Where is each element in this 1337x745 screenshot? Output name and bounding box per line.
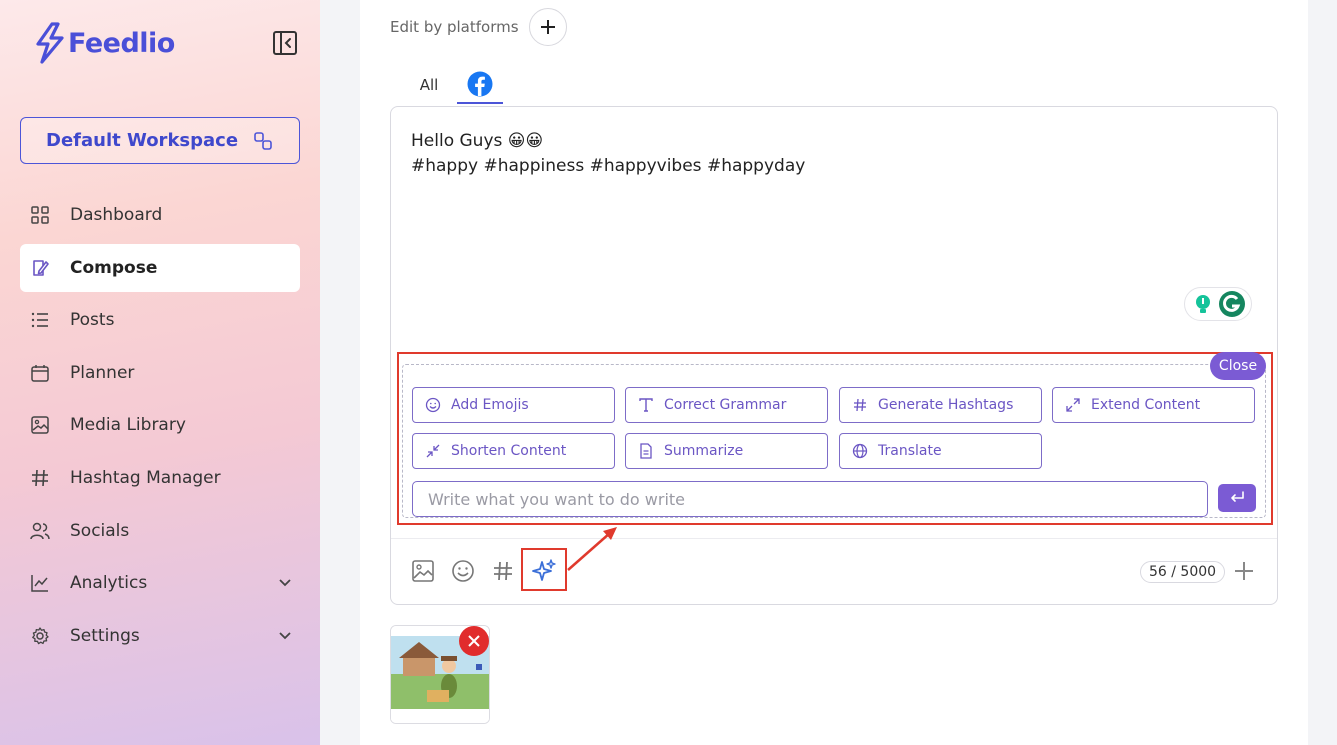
workspace-switcher[interactable]: Default Workspace: [20, 117, 300, 164]
ai-action-label: Summarize: [664, 443, 744, 459]
post-textarea[interactable]: Hello Guys 😀😀 #happy #happiness #happyvi…: [411, 129, 805, 179]
compose-icon: [30, 258, 50, 278]
image-icon: [30, 415, 50, 435]
remove-media-button[interactable]: [459, 626, 489, 656]
emoji-button[interactable]: [450, 558, 476, 584]
sidebar-item-analytics[interactable]: Analytics: [20, 559, 300, 607]
calendar-icon: [30, 363, 50, 383]
ai-action-label: Correct Grammar: [664, 397, 787, 413]
send-prompt-button[interactable]: [1218, 484, 1256, 512]
sidebar-item-settings[interactable]: Settings: [20, 612, 300, 660]
smile-icon: [425, 397, 441, 413]
hashtag-button[interactable]: [490, 558, 516, 584]
ai-action-label: Generate Hashtags: [878, 397, 1014, 413]
sidebar-item-label: Settings: [70, 625, 140, 646]
image-icon: [412, 560, 434, 582]
chevron-down-icon: [278, 575, 292, 593]
sidebar-item-label: Media Library: [70, 415, 186, 436]
sidebar-item-posts[interactable]: Posts: [20, 296, 300, 344]
generate-hashtags-button[interactable]: Generate Hashtags: [839, 387, 1042, 423]
chart-icon: [30, 573, 50, 593]
lightning-logo-icon: [36, 22, 64, 64]
workspace-label: Default Workspace: [46, 130, 239, 151]
sidebar-item-media-library[interactable]: Media Library: [20, 401, 300, 449]
sidebar-item-compose[interactable]: Compose: [20, 243, 300, 292]
extend-content-button[interactable]: Extend Content: [1052, 387, 1255, 423]
ai-action-label: Translate: [878, 443, 942, 459]
shorten-content-button[interactable]: Shorten Content: [412, 433, 615, 469]
tab-facebook[interactable]: [457, 66, 503, 104]
sidebar-item-label: Posts: [70, 310, 115, 331]
sidebar-collapse-icon: [273, 31, 297, 55]
ai-action-label: Shorten Content: [451, 443, 567, 459]
summarize-button[interactable]: Summarize: [625, 433, 828, 469]
sidebar-item-planner[interactable]: Planner: [20, 349, 300, 397]
sidebar-item-label: Analytics: [70, 573, 148, 594]
gear-icon: [30, 626, 50, 646]
edit-by-platforms-row: Edit by platforms: [390, 8, 567, 46]
text-t-icon: [639, 398, 653, 412]
ai-prompt-input[interactable]: [412, 481, 1208, 517]
enter-arrow-icon: [1231, 491, 1244, 502]
hashtag-icon: [854, 398, 866, 412]
grammarly-widget[interactable]: [1184, 287, 1252, 321]
callout-arrow-icon: [567, 527, 617, 571]
sidebar-nav: Dashboard Compose Posts Planner Media Li…: [20, 191, 300, 664]
sidebar-item-hashtag-manager[interactable]: Hashtag Manager: [20, 454, 300, 502]
facebook-icon: [467, 71, 493, 97]
plus-icon: [540, 20, 555, 34]
chevron-down-icon: [278, 628, 292, 646]
plus-icon: [1235, 562, 1253, 580]
brand-logo[interactable]: Feedlio: [32, 22, 175, 64]
close-icon: [468, 635, 480, 647]
edit-by-platforms-label: Edit by platforms: [390, 18, 519, 36]
correct-grammar-button[interactable]: Correct Grammar: [625, 387, 828, 423]
brand-name: Feedlio: [68, 27, 175, 59]
expand-icon: [1066, 398, 1080, 412]
hashtag-icon: [30, 468, 50, 488]
smile-icon: [452, 560, 474, 582]
sidebar-item-dashboard[interactable]: Dashboard: [20, 191, 300, 239]
sidebar-item-label: Hashtag Manager: [70, 467, 221, 488]
post-text-line: Hello Guys 😀😀: [411, 131, 544, 151]
sidebar-item-socials[interactable]: Socials: [20, 507, 300, 555]
ai-action-label: Extend Content: [1091, 397, 1201, 413]
translate-button[interactable]: Translate: [839, 433, 1042, 469]
collapse-sidebar-button[interactable]: [272, 30, 298, 56]
hashtag-icon: [494, 561, 512, 581]
sidebar: Feedlio Default Workspace Dashboard Comp…: [0, 0, 320, 745]
sidebar-item-label: Planner: [70, 362, 135, 383]
globe-icon: [852, 443, 868, 459]
close-ai-panel-button[interactable]: Close: [1210, 352, 1266, 380]
sidebar-item-label: Dashboard: [70, 205, 163, 225]
lightbulb-icon: [1195, 295, 1210, 313]
list-icon: [30, 310, 50, 330]
document-icon: [640, 443, 652, 459]
toolbar-divider: [391, 538, 1277, 539]
grammarly-icon: [1218, 291, 1245, 317]
users-icon: [30, 521, 50, 541]
dashboard-grid-icon: [30, 205, 50, 225]
add-platform-button[interactable]: [528, 8, 567, 46]
add-emojis-button[interactable]: Add Emojis: [412, 387, 615, 423]
shrink-icon: [426, 444, 440, 458]
sidebar-item-label: Compose: [70, 257, 158, 278]
platform-tabs: All: [405, 66, 503, 104]
add-more-button[interactable]: [1233, 560, 1255, 587]
character-counter: 56 / 5000: [1140, 561, 1226, 583]
sidebar-item-label: Socials: [70, 520, 130, 541]
tab-all[interactable]: All: [405, 66, 453, 104]
switch-workspace-icon: [253, 131, 273, 156]
post-text-line: #happy #happiness #happyvibes #happyday: [411, 156, 806, 176]
add-media-button[interactable]: [410, 558, 436, 584]
ai-action-label: Add Emojis: [451, 397, 529, 413]
